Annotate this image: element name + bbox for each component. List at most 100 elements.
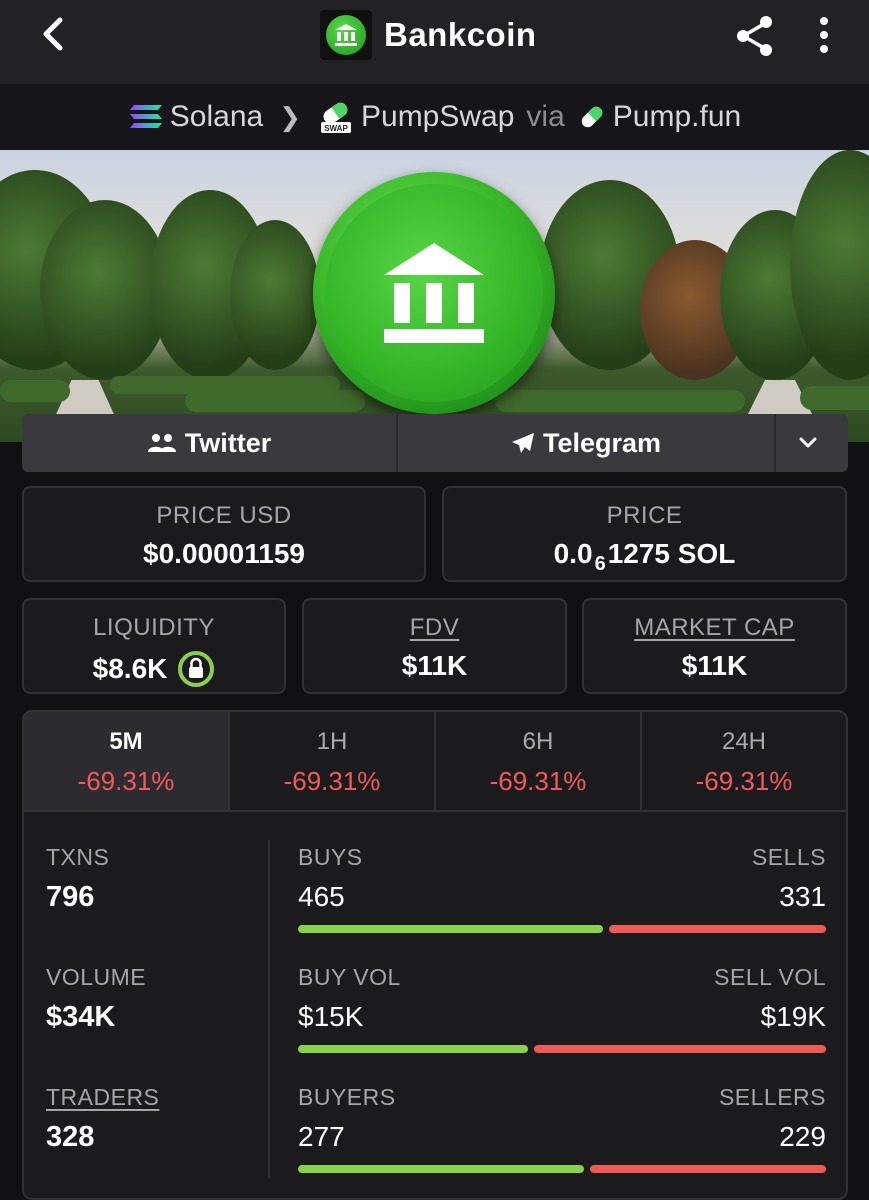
hedge	[0, 380, 70, 402]
tab-label: 1H	[316, 728, 348, 755]
breadcrumb-launchpad[interactable]: Pump.fun	[577, 100, 741, 134]
page-title: Bankcoin	[384, 16, 537, 53]
solana-icon	[129, 105, 162, 128]
tab-change: -69.31%	[283, 766, 381, 796]
sellers-bar-fill	[590, 1165, 826, 1173]
liquidity-value: $8.6K	[24, 650, 284, 688]
price-native-label: PRICE	[606, 502, 683, 529]
sells-bar-fill	[609, 925, 826, 933]
traders-value: 328	[46, 1121, 95, 1153]
telegram-button[interactable]: Telegram	[398, 414, 776, 472]
price-usd-card: PRICE USD $0.00001159	[22, 486, 426, 582]
tab-24h[interactable]: 24H -69.31%	[642, 712, 846, 810]
more-vertical-icon[interactable]	[812, 16, 836, 54]
telegram-label: Telegram	[542, 427, 662, 458]
fdv-card[interactable]: FDV $11K	[302, 598, 567, 694]
tab-change: -69.31%	[695, 766, 793, 796]
users-icon	[147, 434, 176, 452]
volume-value: $34K	[46, 1001, 116, 1033]
hedge	[495, 390, 745, 412]
breadcrumb-chain[interactable]: Solana	[128, 100, 263, 134]
buy-vol-bar-fill	[298, 1045, 528, 1053]
price-rest: 1275 SOL	[607, 538, 736, 569]
tab-label: 24H	[721, 728, 767, 755]
breadcrumb-launchpad-label: Pump.fun	[612, 100, 742, 133]
breadcrumb-dex-label: PumpSwap	[361, 100, 515, 133]
buyers-sellers-row: BUYERS SELLERS 277 229	[298, 1084, 826, 1173]
sellers-label: SELLERS	[718, 1084, 826, 1110]
sells-label: SELLS	[751, 844, 826, 870]
divider	[268, 840, 270, 1178]
tab-label: 5M	[109, 728, 143, 755]
breadcrumb-dex[interactable]: SWAP PumpSwap	[317, 100, 514, 134]
timeframe-tabs: 5M -69.31% 1H -69.31% 6H -69.31% 24H -69…	[24, 712, 846, 812]
tab-1h[interactable]: 1H -69.31%	[230, 712, 436, 810]
lock-icon[interactable]	[177, 650, 215, 688]
txns-value: 796	[46, 881, 95, 913]
volume-stat: VOLUME $34K	[46, 964, 146, 1034]
twitter-button[interactable]: Twitter	[22, 414, 398, 472]
hedge	[800, 386, 869, 410]
send-icon	[511, 433, 534, 453]
traders-label[interactable]: TRADERS	[46, 1084, 159, 1111]
twitter-label: Twitter	[184, 427, 272, 458]
buyers-label: BUYERS	[298, 1084, 396, 1110]
fdv-value: $11K	[401, 650, 468, 681]
buys-sells-bar	[298, 925, 826, 933]
volume-label: VOLUME	[46, 964, 147, 990]
traders-stat[interactable]: TRADERS 328	[46, 1084, 159, 1154]
pumpswap-icon-text: SWAP	[324, 124, 348, 133]
token-title: Bankcoin	[320, 10, 537, 60]
buyers-value: 277	[298, 1121, 345, 1152]
price-usd-value: $0.00001159	[143, 538, 305, 569]
share-icon[interactable]	[734, 14, 776, 58]
buy-sell-volume-row: BUY VOL SELL VOL $15K $19K	[298, 964, 826, 1053]
price-prefix: 0.0	[553, 538, 593, 569]
buy-vol-value: $15K	[298, 1001, 364, 1032]
breadcrumb-via: via	[526, 100, 565, 133]
buys-bar-fill	[298, 925, 603, 933]
sell-vol-label: SELL VOL	[714, 964, 826, 990]
tab-change: -69.31%	[77, 766, 175, 796]
liquidity-label: LIQUIDITY	[93, 614, 215, 641]
hedge	[185, 390, 365, 412]
buys-label: BUYS	[298, 844, 363, 870]
market-cap-card[interactable]: MARKET CAP $11K	[582, 598, 847, 694]
pill-icon	[581, 106, 603, 128]
buy-vol-label: BUY VOL	[298, 964, 401, 990]
social-links: Twitter Telegram	[22, 414, 848, 472]
sellers-value: 229	[779, 1121, 826, 1152]
market-cap-value: $11K	[681, 650, 748, 681]
more-links-button[interactable]	[776, 414, 848, 472]
buys-value: 465	[298, 881, 345, 912]
price-usd-label: PRICE USD	[156, 502, 292, 529]
price-native-value: 0.0 6 1275 SOL	[444, 538, 845, 575]
market-cap-label[interactable]: MARKET CAP	[584, 614, 845, 642]
breadcrumb-chain-label: Solana	[169, 100, 264, 133]
price-native-card: PRICE 0.0 6 1275 SOL	[442, 486, 847, 582]
top-bar: Bankcoin	[0, 0, 869, 84]
bank-icon	[335, 24, 357, 46]
chevron-left-icon[interactable]	[34, 14, 74, 54]
txns-stat: TXNS 796	[46, 844, 109, 914]
price-zero-count: 6	[594, 552, 606, 575]
buyers-sellers-bar	[298, 1165, 826, 1173]
breadcrumb: Solana ❯ SWAP PumpSwap via Pump.fun	[0, 84, 869, 150]
token-logo	[320, 10, 372, 60]
token-banner	[0, 150, 869, 442]
tab-5m[interactable]: 5M -69.31%	[24, 712, 230, 810]
fdv-label[interactable]: FDV	[304, 614, 565, 642]
liquidity-amount: $8.6K	[92, 653, 168, 684]
buy-sell-volume-bar	[298, 1045, 826, 1053]
pumpswap-icon: SWAP	[321, 102, 351, 133]
tree	[230, 220, 320, 370]
sell-vol-bar-fill	[534, 1045, 826, 1053]
timeframe-stats-panel: 5M -69.31% 1H -69.31% 6H -69.31% 24H -69…	[22, 710, 848, 1200]
chevron-down-icon	[799, 437, 817, 448]
sell-vol-value: $19K	[760, 1001, 826, 1032]
buys-sells-row: BUYS SELLS 465 331	[298, 844, 826, 933]
liquidity-card: LIQUIDITY $8.6K	[22, 598, 286, 694]
tab-6h[interactable]: 6H -69.31%	[436, 712, 642, 810]
trade-stats: TXNS 796 VOLUME $34K TRADERS 328 BUYS SE…	[24, 814, 846, 1198]
tab-change: -69.31%	[489, 766, 587, 796]
